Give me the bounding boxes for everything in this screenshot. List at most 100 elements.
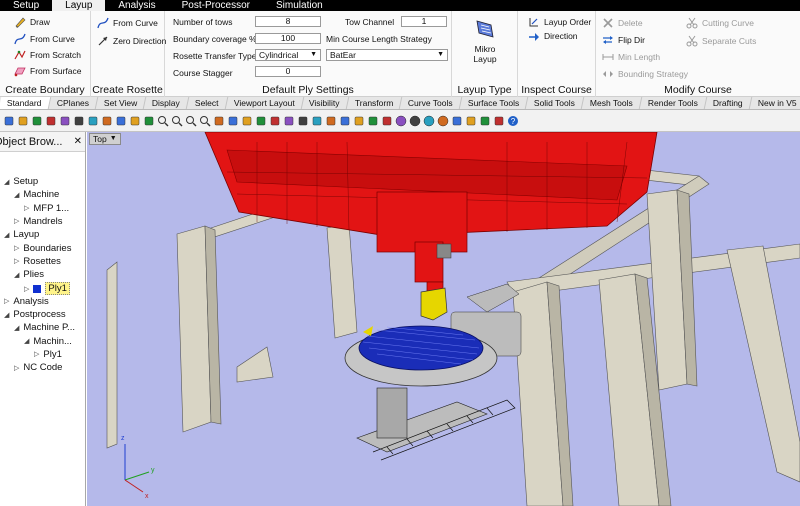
layer-icon[interactable] [311,115,323,127]
direction-button[interactable]: Direction [528,30,578,42]
course-stagger-field[interactable]: 0 [255,66,321,77]
expand-closed-icon[interactable]: ▷ [14,364,19,372]
chevron-down-icon[interactable]: ▼ [110,134,117,144]
tab-cplanes[interactable]: CPlanes [48,97,98,109]
flip-dir-button[interactable]: Flip Dir [602,34,645,46]
render-icon[interactable] [381,115,393,127]
tab-mesh-tools[interactable]: Mesh Tools [582,97,643,109]
boundary-from-curve-button[interactable]: From Curve [14,33,75,45]
curve-icon[interactable] [255,115,267,127]
ghost-sphere-icon[interactable] [423,115,435,127]
expand-open-icon[interactable]: ◢ [24,337,29,345]
new-icon[interactable] [3,115,15,127]
min-course-select[interactable]: BatEar ▼ [326,49,448,61]
expand-open-icon[interactable]: ◢ [4,231,9,239]
expand-open-icon[interactable]: ◢ [14,271,19,279]
tree-item[interactable]: ▷ Boundaries [14,243,71,254]
fan-icon[interactable] [493,115,505,127]
tool-icon[interactable] [465,115,477,127]
grid-icon[interactable] [227,115,239,127]
expand-closed-icon[interactable]: ▷ [24,285,29,293]
cut-icon[interactable] [73,115,85,127]
print-icon[interactable] [45,115,57,127]
expand-closed-icon[interactable]: ▷ [24,204,29,212]
layup-order-button[interactable]: Layup Order [528,16,591,28]
import-icon[interactable] [59,115,71,127]
light-icon[interactable] [325,115,337,127]
open-icon[interactable] [17,115,29,127]
points-icon[interactable] [241,115,253,127]
tree-item[interactable]: ◢ Plies [14,269,44,280]
wire-sphere-icon[interactable] [395,115,407,127]
mikro-layup-button[interactable]: Mikro Layup [472,17,498,67]
tab-standard[interactable]: Standard [0,97,51,109]
num-tows-field[interactable]: 8 [255,16,321,27]
menu-analysis[interactable]: Analysis [105,0,168,11]
tab-transform[interactable]: Transform [346,97,403,109]
tab-visibility[interactable]: Visibility [301,97,350,109]
tree-item[interactable]: ◢ Postprocess [4,309,66,320]
tab-viewport-layout[interactable]: Viewport Layout [225,97,304,109]
help-icon[interactable]: ? [507,115,519,127]
tab-surface-tools[interactable]: Surface Tools [459,97,529,109]
cutting-curve-button[interactable]: Cutting Curve [686,17,754,29]
expand-closed-icon[interactable]: ▷ [14,244,19,252]
tree-item[interactable]: ◢ Machin... [24,336,72,347]
coverage-field[interactable]: 100 [255,33,321,44]
lock-icon[interactable] [339,115,351,127]
zoom-window-icon[interactable] [157,115,169,127]
tree-item[interactable]: ▷ Analysis [4,296,49,307]
paste-icon[interactable] [101,115,113,127]
viewport-name-tab[interactable]: Top ▼ [89,133,121,145]
tree-item[interactable]: ◢ Layup [4,229,39,240]
tree-item[interactable]: ▷ Mandrels [14,216,62,227]
tab-solid-tools[interactable]: Solid Tools [526,97,585,109]
tree-item[interactable]: ▷ Ply1 [24,282,70,296]
ellipse-icon[interactable] [297,115,309,127]
tab-drafting[interactable]: Drafting [704,97,753,109]
menu-layup[interactable]: Layup [52,0,106,11]
zoom-icon[interactable] [171,115,183,127]
tree-item[interactable]: ◢ Machine P... [14,322,75,333]
expand-open-icon[interactable]: ◢ [14,191,19,199]
tree-item[interactable]: ▷ NC Code [14,362,62,373]
mesh-icon[interactable] [283,115,295,127]
expand-closed-icon[interactable]: ▷ [14,217,19,225]
tree-item[interactable]: ▷ Rosettes [14,256,61,267]
pan-hand-icon[interactable] [129,115,141,127]
tab-set-view[interactable]: Set View [95,97,147,109]
zero-direction-button[interactable]: Zero Direction [97,35,166,47]
zoom-extents-icon[interactable] [185,115,197,127]
expand-open-icon[interactable]: ◢ [4,311,9,319]
rosette-transfer-select[interactable]: Cylindrical ▼ [255,49,321,61]
zoom-selected-icon[interactable] [199,115,211,127]
undo-icon[interactable] [115,115,127,127]
delete-button[interactable]: Delete [602,17,643,29]
menu-post-processor[interactable]: Post-Processor [169,0,263,11]
viewport-top[interactable]: z y x Top ▼ [87,132,800,506]
material-icon[interactable] [367,115,379,127]
color-icon[interactable] [353,115,365,127]
separate-cuts-button[interactable]: Separate Cuts [686,35,756,47]
save-icon[interactable] [31,115,43,127]
min-length-button[interactable]: Min Length [602,51,660,63]
bounding-strategy-button[interactable]: Bounding Strategy [602,68,688,80]
shield-icon[interactable] [479,115,491,127]
copy-icon[interactable] [87,115,99,127]
from-surface-button[interactable]: From Surface [14,65,82,77]
tab-curve-tools[interactable]: Curve Tools [400,97,463,109]
close-icon[interactable]: ✕ [74,132,82,152]
expand-closed-icon[interactable]: ▷ [14,257,19,265]
undo-view-icon[interactable] [213,115,225,127]
bulb-icon[interactable] [451,115,463,127]
draw-button[interactable]: Draw [14,16,50,28]
menu-simulation[interactable]: Simulation [263,0,336,11]
expand-open-icon[interactable]: ◢ [4,178,9,186]
tree-item[interactable]: ◢ Machine [14,189,59,200]
shaded-sphere-icon[interactable] [409,115,421,127]
car-icon[interactable] [269,115,281,127]
expand-closed-icon[interactable]: ▷ [34,350,39,358]
rotate-icon[interactable] [143,115,155,127]
rosette-from-curve-button[interactable]: From Curve [97,17,158,29]
expand-open-icon[interactable]: ◢ [14,324,19,332]
